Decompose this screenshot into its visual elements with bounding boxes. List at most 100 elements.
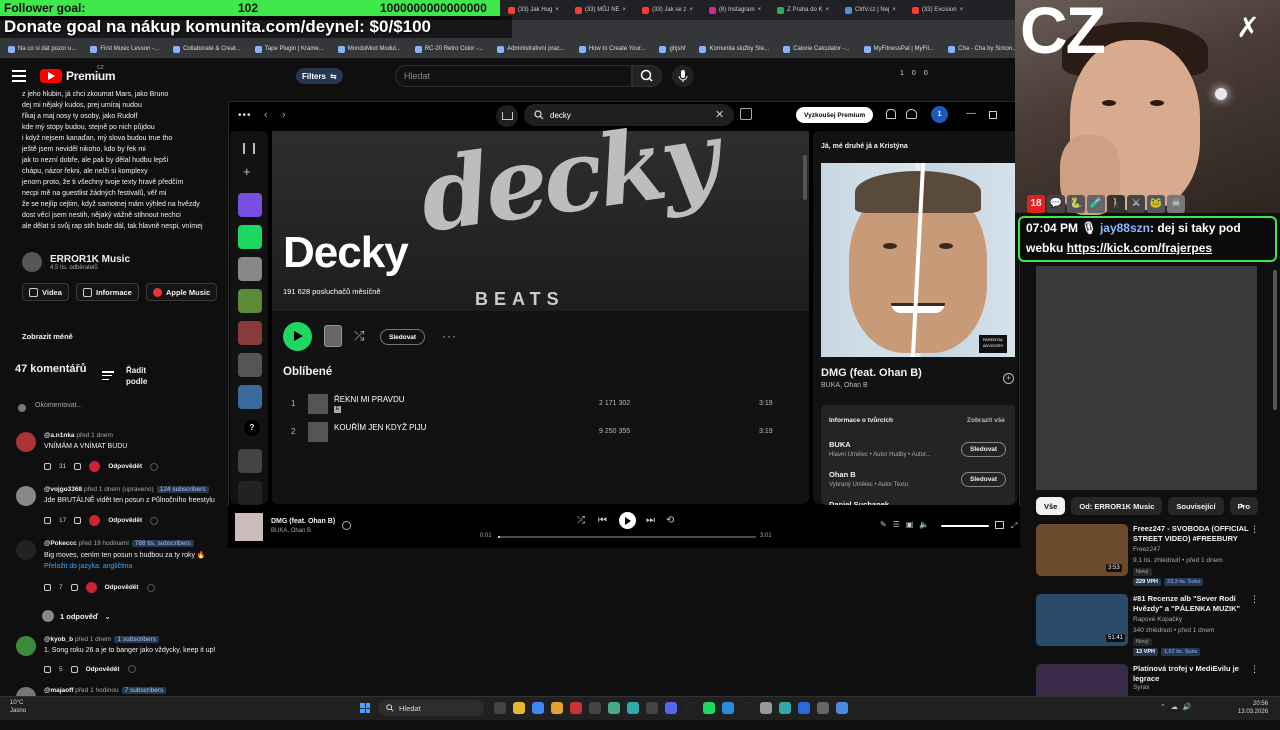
bookmark-item[interactable]: How to Create Your...	[578, 45, 645, 53]
shuffle-icon[interactable]: ⤮	[577, 515, 585, 526]
library-item[interactable]	[238, 321, 262, 345]
bookmark-item[interactable]: Cha - Cha by Simon...	[948, 45, 1015, 53]
close-icon[interactable]: ×	[555, 7, 559, 13]
sort-icon[interactable]	[102, 371, 114, 380]
plus-icon[interactable]: +	[243, 164, 251, 179]
reply-button[interactable]: Odpovědět	[86, 666, 120, 673]
video-channel[interactable]: Freez247	[1133, 546, 1160, 553]
browser-tab[interactable]: Z Praha do K ×	[769, 0, 837, 20]
credit-name[interactable]: Daniel Suchanek	[829, 500, 889, 505]
library-item[interactable]	[238, 385, 262, 409]
options-icon[interactable]	[150, 516, 159, 525]
repeat-icon[interactable]: ⟲	[666, 515, 674, 526]
taskbar-app-icon[interactable]	[494, 702, 506, 714]
player-play-button[interactable]	[619, 512, 636, 529]
close-icon[interactable]: ×	[960, 7, 964, 13]
bookmark-item[interactable]: Komunita služby Ste...	[699, 45, 769, 53]
recommended-video[interactable]: 3:53 Freez247 - SVOBODA (OFFICIAL STREET …	[1036, 524, 1276, 590]
next-icon[interactable]: ⏭	[646, 515, 655, 526]
credit-name[interactable]: Ohan B	[829, 470, 856, 479]
close-icon[interactable]: ×	[826, 7, 830, 13]
bookmark-item[interactable]: Calorie Calculator -...	[783, 45, 850, 53]
main-scrollbar[interactable]	[803, 155, 807, 200]
sort-button[interactable]: Řadit podle	[126, 365, 166, 387]
bookmark-item[interactable]: First Music Lesson -...	[90, 45, 159, 53]
options-icon[interactable]	[127, 665, 136, 673]
taskbar-app-icon[interactable]	[608, 702, 620, 714]
clear-search-icon[interactable]: ✕	[715, 108, 724, 121]
library-icon[interactable]	[243, 143, 255, 154]
channel-card[interactable]: ERROR1K Music 4,5 tis. odběratelů	[22, 252, 130, 272]
taskbar-app-icon[interactable]	[722, 702, 734, 714]
previous-icon[interactable]: ⏮	[598, 515, 607, 526]
browser-tab[interactable]: (33) Excision ×	[904, 0, 971, 20]
bookmark-item[interactable]: MyFitnessPal | MyFit...	[863, 45, 934, 53]
taskbar-clock[interactable]: 20:56 13.03.2026	[1238, 700, 1268, 716]
translate-link[interactable]: Přeložit do jazyka: angličtina	[44, 563, 132, 570]
like-icon[interactable]	[44, 665, 51, 673]
bookmark-item[interactable]: RC-20 Retro Color -...	[414, 45, 483, 53]
chevron-right-icon[interactable]: ›	[1240, 500, 1244, 512]
taskbar-app-icon[interactable]	[551, 702, 563, 714]
dislike-icon[interactable]	[74, 517, 82, 524]
friends-icon[interactable]	[906, 109, 917, 119]
comment-username[interactable]: @majaoff	[44, 687, 73, 694]
minimize-icon[interactable]: —	[966, 108, 976, 119]
comment-avatar[interactable]	[16, 432, 36, 452]
fullscreen-icon[interactable]: ⤢	[1011, 521, 1017, 531]
forward-arrow-icon[interactable]: ›	[282, 109, 286, 121]
apple-music-button[interactable]: Apple Music	[146, 283, 218, 301]
browser-tab[interactable]: CtrlV.cz | Nej ×	[837, 0, 904, 20]
credit-follow-button[interactable]: Sledovat	[961, 472, 1007, 487]
bookmark-item[interactable]: ghjshf	[659, 45, 685, 53]
youtube-search-input[interactable]: Hledat	[395, 65, 632, 87]
comment-username[interactable]: @Pokeccc	[44, 540, 77, 547]
info-button[interactable]: Informace	[76, 283, 139, 301]
track-title[interactable]: ŘEKNI MI PRAVDU	[334, 395, 405, 404]
close-icon[interactable]: ×	[689, 7, 693, 13]
browser-tab[interactable]: (33) Jak se z ×	[634, 0, 701, 20]
bookmark-item[interactable]: Collaborate & Creat...	[173, 45, 241, 53]
more-options-icon[interactable]: •••	[238, 110, 252, 121]
comment-avatar[interactable]	[16, 486, 36, 506]
videos-button[interactable]: Videa	[22, 283, 69, 301]
library-item[interactable]	[238, 353, 262, 377]
filter-chip[interactable]: Související	[1168, 497, 1224, 515]
video-title[interactable]: Platinová trofej v MediEvilu je legrace	[1133, 664, 1265, 683]
browse-icon[interactable]	[740, 108, 752, 120]
now-playing-album[interactable]: Já, mé druhé já a Kristýna	[821, 143, 908, 150]
now-playing-title[interactable]: DMG (feat. Ohan B)	[821, 367, 922, 379]
help-icon[interactable]: ?	[244, 420, 260, 436]
track-row[interactable]: 2 KOUŘÍM JEN KDYŽ PIJU 9 250 355 3:19	[283, 420, 803, 444]
options-icon[interactable]	[146, 583, 155, 592]
comment-username[interactable]: @vojgo3368	[44, 486, 82, 493]
taskbar-app-icon[interactable]	[817, 702, 829, 714]
more-vert-icon[interactable]: ⋮	[1250, 524, 1259, 535]
add-to-library-icon[interactable]: +	[1003, 373, 1014, 384]
dislike-icon[interactable]	[70, 584, 78, 591]
credit-name[interactable]: BUKA	[829, 440, 851, 449]
video-title[interactable]: Freez247 - SVOBODA (OFFICIAL STREET VIDE…	[1133, 524, 1265, 543]
close-icon[interactable]: ×	[892, 7, 896, 13]
taskbar-app-icon[interactable]	[627, 702, 639, 714]
dislike-icon[interactable]	[70, 665, 78, 673]
comment-username[interactable]: @kyob_b	[44, 636, 73, 643]
library-item[interactable]	[238, 481, 262, 505]
browser-tab[interactable]: (8) Instagram ×	[701, 0, 769, 20]
dislike-icon[interactable]	[74, 463, 82, 470]
reply-button[interactable]: Odpovědět	[105, 584, 139, 591]
follow-button[interactable]: Sledovat	[380, 329, 426, 345]
like-icon[interactable]	[44, 517, 51, 524]
like-icon[interactable]	[44, 463, 51, 470]
close-icon[interactable]: ×	[623, 7, 627, 13]
library-item[interactable]	[238, 225, 262, 249]
miniplayer-icon[interactable]	[995, 521, 1004, 529]
menu-icon[interactable]	[12, 70, 26, 82]
progress-bar[interactable]	[498, 536, 756, 538]
taskbar-app-icon[interactable]	[684, 702, 696, 714]
try-premium-button[interactable]: Vyzkoušej Premium	[796, 107, 874, 123]
reply-button[interactable]: Odpovědět	[108, 517, 142, 524]
add-comment-input[interactable]: Okomentovat...	[35, 402, 82, 409]
taskbar-app-icon[interactable]	[646, 702, 658, 714]
bookmark-item[interactable]: Na co si dát pozor u...	[8, 45, 76, 53]
